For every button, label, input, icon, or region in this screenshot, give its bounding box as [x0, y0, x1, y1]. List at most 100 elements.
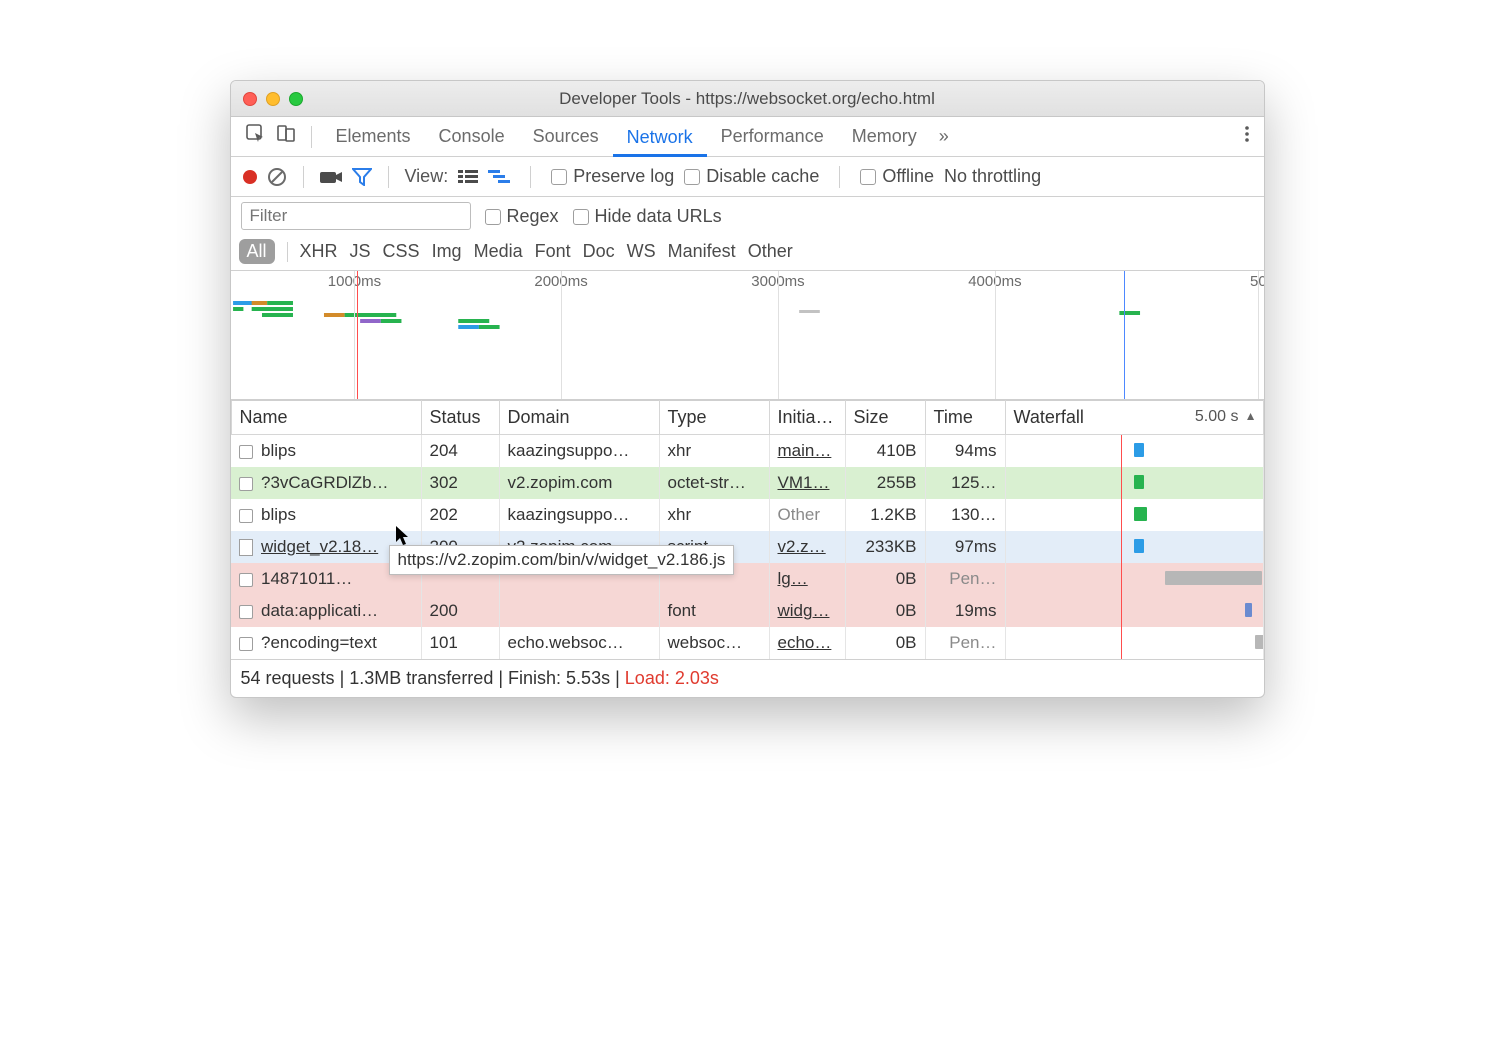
table-row[interactable]: blips202kaazingsuppo…xhrOther1.2KB130…	[231, 499, 1263, 531]
cell-initiator: VM1…	[769, 467, 845, 499]
filter-xhr[interactable]: XHR	[300, 241, 338, 262]
filter-input[interactable]	[241, 202, 471, 230]
waterfall-time: 5.00 s	[1195, 408, 1239, 426]
preserve-log-checkbox[interactable]: Preserve log	[551, 166, 674, 187]
devtools-window: Developer Tools - https://websocket.org/…	[230, 80, 1265, 698]
cell-name[interactable]: blips	[231, 435, 421, 468]
initiator-link[interactable]: Other	[778, 505, 821, 524]
tab-network[interactable]: Network	[613, 117, 707, 157]
settings-kebab-icon[interactable]	[1240, 124, 1254, 149]
resource-icon	[239, 637, 253, 651]
initiator-link[interactable]: VM1…	[778, 473, 830, 492]
cell-name[interactable]: data:applicati…	[231, 595, 421, 627]
cell-waterfall	[1005, 435, 1263, 468]
cell-time: Pen…	[925, 627, 1005, 659]
large-rows-icon[interactable]	[458, 169, 478, 185]
regex-checkbox[interactable]: Regex	[485, 206, 559, 227]
cell-size: 0B	[845, 627, 925, 659]
filter-font[interactable]: Font	[535, 241, 571, 262]
table-row[interactable]: blips204kaazingsuppo…xhrmain…410B94ms	[231, 435, 1263, 468]
status-load: Load: 2.03s	[625, 668, 719, 688]
col-status[interactable]: Status	[421, 401, 499, 435]
tick-line	[561, 271, 562, 399]
cell-initiator: main…	[769, 435, 845, 468]
initiator-link[interactable]: lg…	[778, 569, 808, 588]
offline-label: Offline	[882, 166, 934, 186]
regex-label: Regex	[507, 206, 559, 226]
cell-name[interactable]: ?3vCaGRDlZb…	[231, 467, 421, 499]
hide-data-urls-checkbox[interactable]: Hide data URLs	[573, 206, 722, 227]
filter-ws[interactable]: WS	[627, 241, 656, 262]
initiator-link[interactable]: widg…	[778, 601, 830, 620]
cell-time: 125…	[925, 467, 1005, 499]
disable-cache-label: Disable cache	[706, 166, 819, 186]
network-toolbar: View: Preserve log Disable cache Offline…	[231, 157, 1264, 197]
tab-memory[interactable]: Memory	[838, 126, 931, 147]
tab-performance[interactable]: Performance	[707, 126, 838, 147]
filter-doc[interactable]: Doc	[583, 241, 615, 262]
filter-img[interactable]: Img	[432, 241, 462, 262]
throttling-select[interactable]: No throttling	[944, 166, 1041, 187]
hide-data-urls-label: Hide data URLs	[595, 206, 722, 226]
cell-waterfall	[1005, 563, 1263, 595]
col-time[interactable]: Time	[925, 401, 1005, 435]
table-row[interactable]: 14871011…lg…0BPen…	[231, 563, 1263, 595]
tab-sources[interactable]: Sources	[519, 126, 613, 147]
resource-icon	[239, 605, 253, 619]
cell-waterfall	[1005, 627, 1263, 659]
table-row[interactable]: widget_v2.18…200v2.zopim.comscriptv2.z…2…	[231, 531, 1263, 563]
clear-icon[interactable]	[267, 167, 287, 187]
initiator-link[interactable]: v2.z…	[778, 537, 826, 556]
col-waterfall[interactable]: Waterfall 5.00 s ▲	[1005, 401, 1263, 435]
load-event-line	[357, 271, 358, 399]
filter-bar: Regex Hide data URLs	[231, 197, 1264, 235]
table-row[interactable]: data:applicati…200fontwidg…0B19ms	[231, 595, 1263, 627]
cell-waterfall	[1005, 499, 1263, 531]
sort-arrow-icon: ▲	[1245, 409, 1257, 423]
tick-line	[995, 271, 996, 399]
cell-status: 202	[421, 499, 499, 531]
table-row[interactable]: ?encoding=text101echo.websoc…websoc…echo…	[231, 627, 1263, 659]
waterfall-load-line	[1121, 595, 1122, 627]
col-initiator[interactable]: Initia…	[769, 401, 845, 435]
waterfall-bar	[1134, 507, 1147, 521]
offline-checkbox[interactable]: Offline	[860, 166, 934, 187]
record-button[interactable]	[243, 170, 257, 184]
filter-media[interactable]: Media	[474, 241, 523, 262]
filter-js[interactable]: JS	[350, 241, 371, 262]
preserve-log-label: Preserve log	[573, 166, 674, 186]
cell-size: 233KB	[845, 531, 925, 563]
initiator-link[interactable]: echo…	[778, 633, 832, 652]
requests-table: Name Status Domain Type Initia… Size Tim…	[231, 400, 1264, 659]
filter-all[interactable]: All	[239, 239, 275, 264]
capture-screenshots-icon[interactable]	[320, 169, 342, 185]
table-row[interactable]: ?3vCaGRDlZb…302v2.zopim.comoctet-str…VM1…	[231, 467, 1263, 499]
filter-icon[interactable]	[352, 168, 372, 186]
col-type[interactable]: Type	[659, 401, 769, 435]
more-tabs-button[interactable]: »	[931, 126, 957, 147]
resource-type-filter: All XHR JS CSS Img Media Font Doc WS Man…	[231, 235, 1264, 270]
col-domain[interactable]: Domain	[499, 401, 659, 435]
disable-cache-checkbox[interactable]: Disable cache	[684, 166, 819, 187]
status-transferred: 1.3MB transferred	[349, 668, 493, 688]
tab-elements[interactable]: Elements	[322, 126, 425, 147]
cell-domain: kaazingsuppo…	[499, 435, 659, 468]
initiator-link[interactable]: main…	[778, 441, 832, 460]
waterfall-load-line	[1121, 467, 1122, 499]
device-toolbar-icon[interactable]	[271, 124, 301, 149]
filter-other[interactable]: Other	[748, 241, 793, 262]
waterfall-view-icon[interactable]	[488, 169, 510, 185]
inspect-element-icon[interactable]	[241, 124, 271, 149]
filter-css[interactable]: CSS	[383, 241, 420, 262]
col-name[interactable]: Name	[231, 401, 421, 435]
cell-name[interactable]: ?encoding=text	[231, 627, 421, 659]
filter-manifest[interactable]: Manifest	[668, 241, 736, 262]
cell-name[interactable]: blips	[231, 499, 421, 531]
tab-console[interactable]: Console	[425, 126, 519, 147]
cell-size: 0B	[845, 563, 925, 595]
cell-initiator: lg…	[769, 563, 845, 595]
cell-time: 130…	[925, 499, 1005, 531]
timeline-overview[interactable]: 1000ms2000ms3000ms4000ms50	[231, 270, 1264, 400]
col-size[interactable]: Size	[845, 401, 925, 435]
request-name: ?encoding=text	[261, 633, 377, 652]
